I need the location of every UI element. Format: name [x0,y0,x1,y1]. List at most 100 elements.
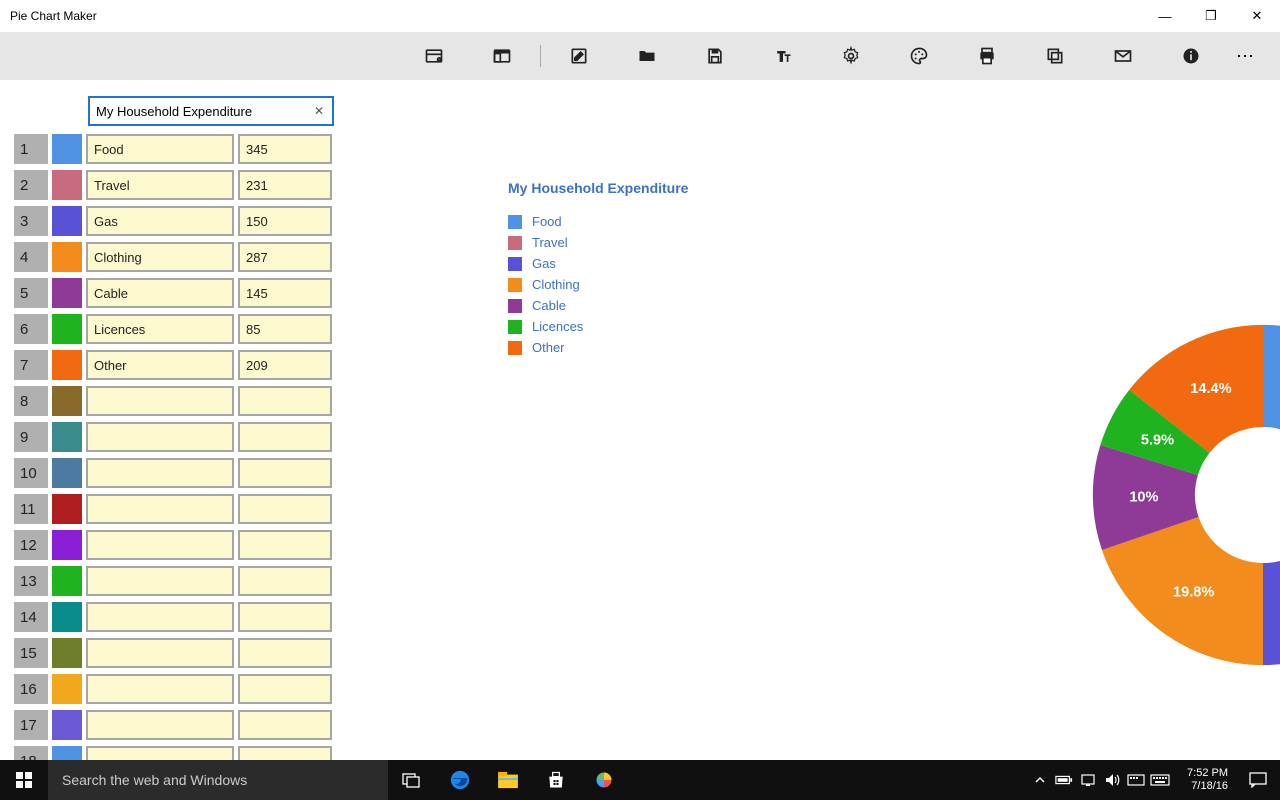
panel-icon[interactable] [468,32,536,80]
row-value-input[interactable] [238,494,332,524]
network-icon[interactable] [1076,760,1100,800]
file-explorer-icon[interactable] [484,760,532,800]
chart-title-input-wrap[interactable]: ✕ [88,96,334,126]
minimize-button[interactable]: — [1142,0,1188,32]
color-swatch[interactable] [52,602,82,632]
edge-icon[interactable] [436,760,484,800]
clock[interactable]: 7:52 PM 7/18/16 [1172,767,1236,793]
row-name-input[interactable] [86,530,234,560]
clear-title-icon[interactable]: ✕ [312,104,326,118]
row-value-input[interactable]: 287 [238,242,332,272]
row-name-input[interactable]: Cable [86,278,234,308]
folder-icon[interactable] [613,32,681,80]
edit-icon[interactable] [545,32,613,80]
row-name-input[interactable] [86,710,234,740]
save-icon[interactable] [681,32,749,80]
row-value-input[interactable]: 345 [238,134,332,164]
row-value-input[interactable]: 231 [238,170,332,200]
tray-chevron-icon[interactable] [1028,760,1052,800]
store-icon[interactable] [532,760,580,800]
text-icon[interactable] [749,32,817,80]
color-swatch[interactable] [52,242,82,272]
row-value-input[interactable]: 145 [238,278,332,308]
color-swatch[interactable] [52,386,82,416]
app-icon[interactable] [580,760,628,800]
row-index: 1 [14,134,48,164]
row-name-input[interactable] [86,566,234,596]
row-name-input[interactable] [86,746,234,760]
print-icon[interactable] [953,32,1021,80]
row-value-input[interactable] [238,674,332,704]
row-name-input[interactable]: Food [86,134,234,164]
color-swatch[interactable] [52,710,82,740]
row-name-input[interactable]: Clothing [86,242,234,272]
color-swatch[interactable] [52,278,82,308]
row-name-input[interactable] [86,602,234,632]
taskbar-search[interactable]: Search the web and Windows [48,760,388,800]
task-view-icon[interactable] [388,760,436,800]
color-swatch[interactable] [52,674,82,704]
palette-icon[interactable] [885,32,953,80]
row-index: 9 [14,422,48,452]
close-button[interactable]: ✕ [1234,0,1280,32]
row-name-input[interactable] [86,674,234,704]
row-value-input[interactable] [238,746,332,760]
row-name-input[interactable] [86,638,234,668]
chart-title-input[interactable] [96,104,312,119]
color-swatch[interactable] [52,134,82,164]
row-value-input[interactable] [238,566,332,596]
start-button[interactable] [0,760,48,800]
row-value-input[interactable]: 150 [238,206,332,236]
row-index: 18 [14,746,48,760]
row-name-input[interactable] [86,422,234,452]
row-value-input[interactable] [238,458,332,488]
color-swatch[interactable] [52,638,82,668]
workspace: ✕ 1Food3452Travel2313Gas1504Clothing2875… [0,80,1280,760]
color-swatch[interactable] [52,170,82,200]
row-name-input[interactable]: Gas [86,206,234,236]
row-name-input[interactable]: Other [86,350,234,380]
row-value-input[interactable] [238,638,332,668]
toolbar: ⋯ [0,32,1280,80]
color-swatch[interactable] [52,422,82,452]
system-tray: 7:52 PM 7/18/16 [1028,760,1280,800]
row-name-input[interactable]: Licences [86,314,234,344]
row-value-input[interactable] [238,422,332,452]
row-value-input[interactable]: 209 [238,350,332,380]
maximize-button[interactable]: ❐ [1188,0,1234,32]
card-icon[interactable] [400,32,468,80]
color-swatch[interactable] [52,746,82,760]
row-name-input[interactable]: Travel [86,170,234,200]
legend-label: Licences [532,319,583,334]
copy-icon[interactable] [1021,32,1089,80]
row-name-input[interactable] [86,494,234,524]
row-value-input[interactable] [238,602,332,632]
row-value-input[interactable] [238,710,332,740]
row-name-input[interactable] [86,386,234,416]
color-swatch[interactable] [52,566,82,596]
gear-icon[interactable] [817,32,885,80]
row-value-input[interactable] [238,530,332,560]
info-icon[interactable] [1157,32,1225,80]
row-name-input[interactable] [86,458,234,488]
pie-slice [1263,549,1280,665]
volume-icon[interactable] [1100,760,1124,800]
data-row: 13 [14,564,338,598]
input-icon[interactable] [1124,760,1148,800]
color-swatch[interactable] [52,494,82,524]
row-value-input[interactable] [238,386,332,416]
row-index: 13 [14,566,48,596]
battery-icon[interactable] [1052,760,1076,800]
color-swatch[interactable] [52,206,82,236]
color-swatch[interactable] [52,530,82,560]
more-button[interactable]: ⋯ [1226,46,1266,67]
mail-icon[interactable] [1089,32,1157,80]
action-center-icon[interactable] [1236,760,1280,800]
color-swatch[interactable] [52,314,82,344]
keyboard-icon[interactable] [1148,760,1172,800]
row-value-input[interactable]: 85 [238,314,332,344]
data-row: 6Licences85 [14,312,338,346]
pie-slice [1263,325,1280,490]
color-swatch[interactable] [52,458,82,488]
color-swatch[interactable] [52,350,82,380]
